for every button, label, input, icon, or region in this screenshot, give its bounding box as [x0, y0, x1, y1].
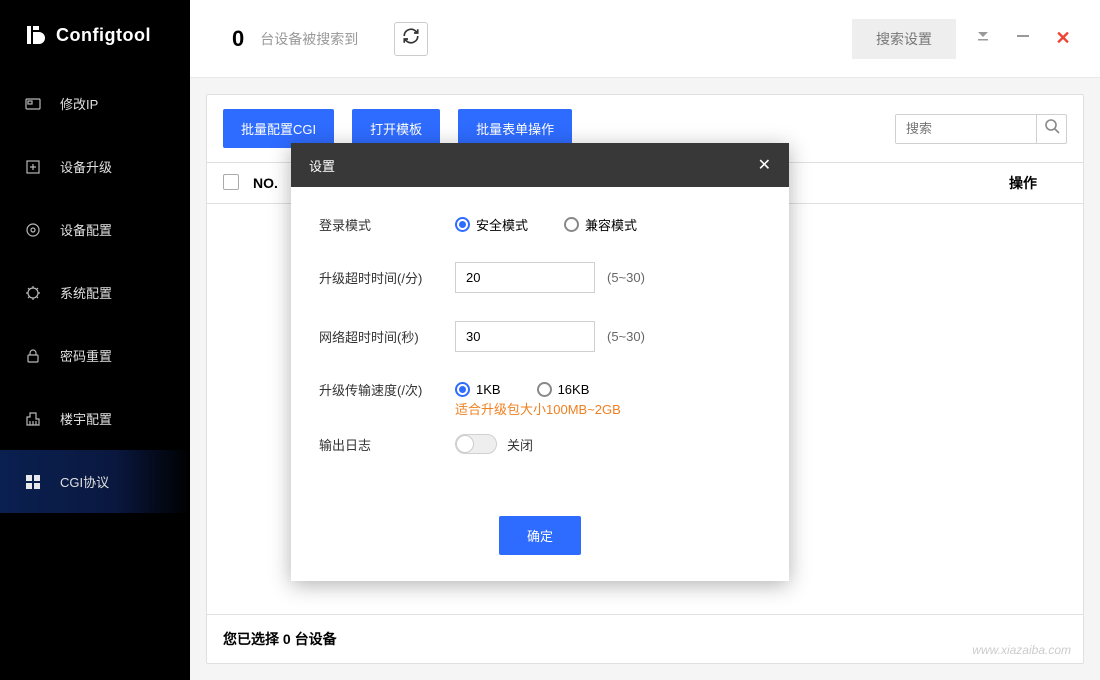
- refresh-icon: [402, 27, 420, 50]
- brand-name: Configtool: [56, 25, 151, 46]
- search-box: [895, 114, 1067, 144]
- upgrade-timeout-hint: (5~30): [607, 270, 645, 285]
- device-count-label: 台设备被搜索到: [260, 29, 358, 49]
- network-timeout-hint: (5~30): [607, 329, 645, 344]
- dialog-header: 设置 ✕: [291, 143, 789, 187]
- selected-suffix: 台设备: [291, 631, 337, 647]
- sidebar-item-label: 设备配置: [60, 220, 112, 239]
- dropdown-icon: [976, 29, 990, 48]
- confirm-button[interactable]: 确定: [499, 516, 581, 555]
- selection-footer: 您已选择 0 台设备: [207, 614, 1083, 663]
- sidebar-item-password-reset[interactable]: 密码重置: [0, 324, 190, 387]
- search-icon: [1044, 118, 1060, 139]
- radio-label: 兼容模式: [585, 215, 637, 234]
- ip-icon: [24, 95, 42, 113]
- sidebar-item-label: 密码重置: [60, 346, 112, 365]
- log-toggle-state: 关闭: [507, 435, 533, 454]
- selected-prefix: 您已选择: [223, 631, 283, 647]
- settings-dialog: 设置 ✕ 登录模式 安全模式: [291, 143, 789, 581]
- window-close-button[interactable]: ✕: [1050, 26, 1076, 52]
- sidebar-item-label: CGI协议: [60, 472, 109, 491]
- selected-count: 0: [283, 631, 291, 647]
- column-operation: 操作: [1009, 173, 1037, 193]
- radio-unchecked-icon: [564, 217, 579, 232]
- sidebar-item-device-upgrade[interactable]: 设备升级: [0, 135, 190, 198]
- refresh-button[interactable]: [394, 22, 428, 56]
- sidebar-item-label: 修改IP: [60, 94, 98, 113]
- speed-16kb-radio[interactable]: 16KB: [537, 382, 590, 397]
- login-mode-safe-radio[interactable]: 安全模式: [455, 215, 528, 234]
- radio-label: 16KB: [558, 382, 590, 397]
- sidebar-item-label: 系统配置: [60, 283, 112, 302]
- sidebar-item-cgi-protocol[interactable]: CGI协议: [0, 450, 190, 513]
- device-count: 0: [232, 26, 244, 52]
- network-timeout-input[interactable]: [455, 321, 595, 352]
- speed-hint: 适合升级包大小100MB~2GB: [455, 399, 761, 418]
- sidebar-item-label: 设备升级: [60, 157, 112, 176]
- radio-checked-icon: [455, 217, 470, 232]
- sidebar-item-label: 楼宇配置: [60, 409, 112, 428]
- device-config-icon: [24, 221, 42, 239]
- brand: Configtool: [0, 0, 190, 72]
- lock-icon: [24, 347, 42, 365]
- radio-unchecked-icon: [537, 382, 552, 397]
- sidebar-item-device-config[interactable]: 设备配置: [0, 198, 190, 261]
- building-icon: [24, 410, 42, 428]
- log-toggle[interactable]: [455, 434, 497, 454]
- sidebar-item-building-config[interactable]: 楼宇配置: [0, 387, 190, 450]
- upgrade-icon: [24, 158, 42, 176]
- sidebar-item-modify-ip[interactable]: 修改IP: [0, 72, 190, 135]
- speed-label: 升级传输速度(/次): [319, 380, 455, 399]
- select-all-checkbox[interactable]: [223, 174, 239, 190]
- search-input[interactable]: [896, 115, 1036, 143]
- upgrade-timeout-input[interactable]: [455, 262, 595, 293]
- search-button[interactable]: [1036, 114, 1066, 144]
- brand-logo-icon: [20, 22, 46, 48]
- system-config-icon: [24, 284, 42, 302]
- minimize-button[interactable]: [1010, 26, 1036, 52]
- radio-label: 1KB: [476, 382, 501, 397]
- close-icon: ✕: [1055, 28, 1070, 49]
- speed-1kb-radio[interactable]: 1KB: [455, 382, 501, 397]
- upgrade-timeout-label: 升级超时时间(/分): [319, 268, 455, 287]
- topbar: 0 台设备被搜索到 搜索设置 ✕: [190, 0, 1100, 78]
- login-mode-label: 登录模式: [319, 215, 455, 234]
- close-icon: ✕: [758, 157, 771, 174]
- toggle-knob-icon: [456, 435, 474, 453]
- login-mode-compat-radio[interactable]: 兼容模式: [564, 215, 637, 234]
- minimize-icon: [1016, 29, 1030, 48]
- network-timeout-label: 网络超时时间(秒): [319, 327, 455, 346]
- dialog-close-button[interactable]: ✕: [758, 155, 771, 175]
- dropdown-button[interactable]: [970, 26, 996, 52]
- radio-label: 安全模式: [476, 215, 528, 234]
- log-label: 输出日志: [319, 435, 455, 454]
- dialog-title: 设置: [309, 156, 335, 175]
- search-settings-button[interactable]: 搜索设置: [852, 19, 956, 59]
- radio-checked-icon: [455, 382, 470, 397]
- grid-icon: [24, 473, 42, 491]
- sidebar-item-system-config[interactable]: 系统配置: [0, 261, 190, 324]
